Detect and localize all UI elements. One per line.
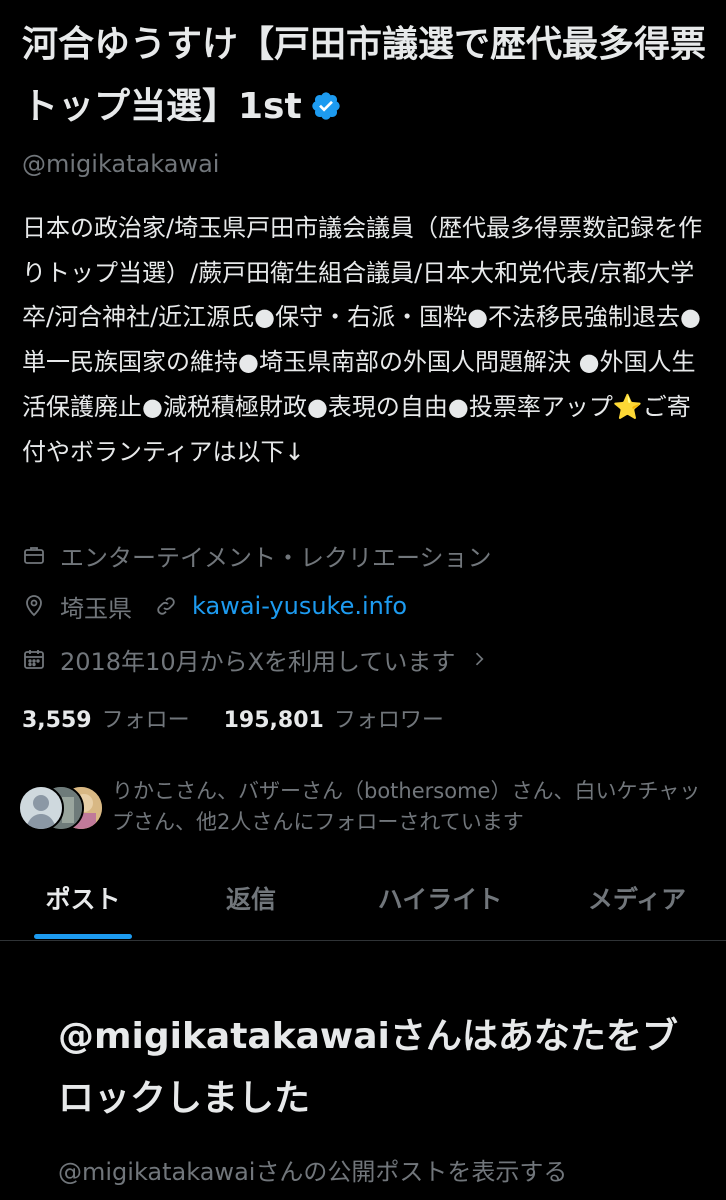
following-label: フォロー xyxy=(101,708,190,733)
website-link[interactable]: kawai-yusuke.info xyxy=(192,592,407,620)
view-public-posts-link[interactable]: @migikatakawaiさんの公開ポストを表示する xyxy=(58,1152,567,1187)
joined-text: 2018年10月からXを利用しています xyxy=(60,647,456,676)
calendar-icon xyxy=(24,650,44,669)
profile-bio: 日本の政治家/埼玉県戸田市議会議員（歴代最多得票数記録を作りトップ当選）/蕨戸田… xyxy=(22,214,703,466)
active-tab-indicator xyxy=(34,934,132,939)
followed-by-text[interactable]: りかこさん、バザーさん（bothersome）さん、白いケチャップさん、他2人さ… xyxy=(112,776,712,838)
link-icon xyxy=(157,597,175,615)
tab-replies[interactable]: 返信 xyxy=(204,870,298,934)
avatar xyxy=(18,785,64,831)
briefcase-icon xyxy=(24,547,44,564)
profile-tabs: ポスト 返信 ハイライト メディア xyxy=(0,870,726,940)
tab-posts[interactable]: ポスト xyxy=(34,870,132,934)
follow-counts: 3,559 フォロー 195,801 フォロワー xyxy=(22,700,444,736)
profile-display-name: 河合ゆうすけ【戸田市議選で歴代最多得票トップ当選】1st xyxy=(22,14,712,138)
profile-location-and-website: 埼玉県 kawai-yusuke.info xyxy=(22,588,407,624)
following-stat[interactable]: 3,559 フォロー xyxy=(22,702,190,734)
tabs-divider xyxy=(0,940,726,941)
blocked-message-title: @migikatakawaiさんはあなたをブロックしました xyxy=(58,1016,678,1119)
following-count: 3,559 xyxy=(22,708,92,733)
followers-count: 195,801 xyxy=(223,708,324,733)
tab-highlights[interactable]: ハイライト xyxy=(360,870,520,934)
verified-badge-icon[interactable] xyxy=(310,90,342,122)
profile-handle: @migikatakawai xyxy=(22,150,220,178)
profile-joined[interactable]: 2018年10月からXを利用しています xyxy=(22,641,489,677)
profile-category: エンターテイメント・レクリエーション xyxy=(22,537,492,573)
location-pin-icon xyxy=(26,595,42,617)
category-text: エンターテイメント・レクリエーション xyxy=(60,543,492,572)
followed-by-avatars[interactable] xyxy=(18,785,104,831)
followers-stat[interactable]: 195,801 フォロワー xyxy=(224,702,444,734)
followers-label: フォロワー xyxy=(333,708,444,733)
chevron-right-icon xyxy=(476,652,484,666)
location-text: 埼玉県 xyxy=(60,594,132,623)
tab-media[interactable]: メディア xyxy=(572,870,702,934)
display-name-text: 河合ゆうすけ【戸田市議選で歴代最多得票トップ当選】1st xyxy=(22,24,707,127)
default-user-icon xyxy=(20,787,62,829)
